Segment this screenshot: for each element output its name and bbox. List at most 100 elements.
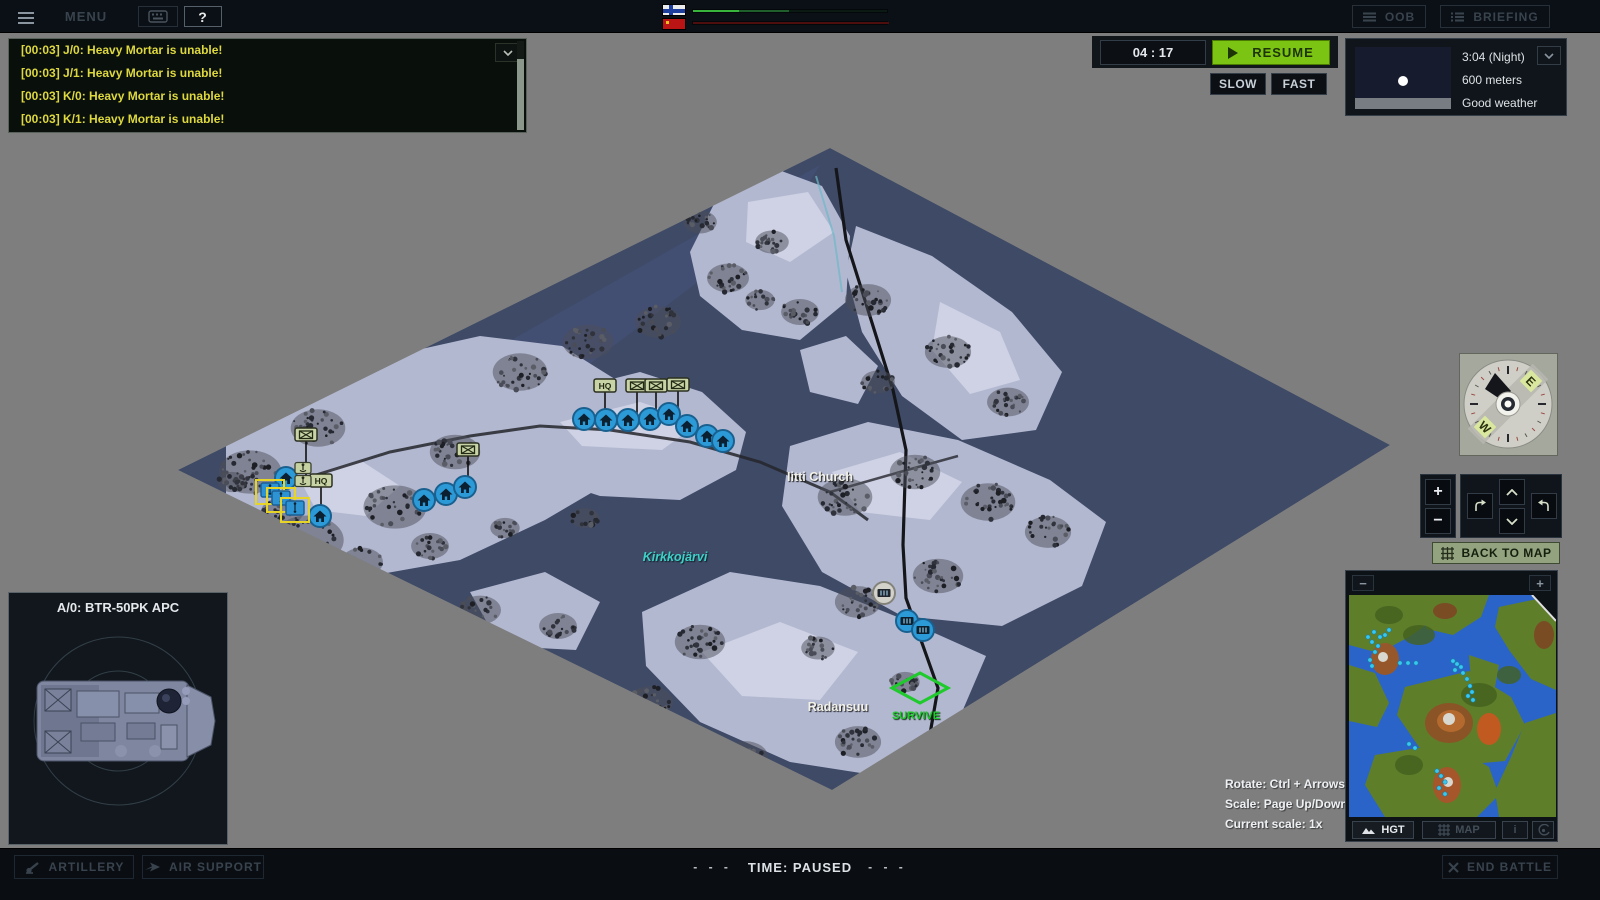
moon-icon	[1398, 76, 1408, 86]
message-list: [00:03] J/0: Heavy Mortar is unable![00:…	[9, 39, 526, 131]
compass-dial: E W	[1460, 354, 1557, 455]
ground-strip	[1355, 98, 1451, 109]
back-to-map-button[interactable]: BACK TO MAP	[1432, 542, 1560, 564]
back-to-map-label: BACK TO MAP	[1462, 546, 1552, 560]
fast-button[interactable]: FAST	[1271, 73, 1327, 95]
weather-condition: Good weather	[1462, 93, 1546, 113]
map-unit-house[interactable]	[617, 409, 639, 431]
zoom-out-button[interactable]: −	[1425, 508, 1451, 534]
mountain-icon	[1361, 826, 1376, 835]
map-unit-house[interactable]	[454, 476, 476, 498]
rotate-right-icon	[1536, 498, 1552, 514]
slow-button[interactable]: SLOW	[1210, 73, 1266, 95]
map-unit-house[interactable]	[413, 489, 435, 511]
soviet-flag	[662, 18, 686, 30]
grid-icon	[1441, 547, 1454, 560]
map-unit-house[interactable]	[712, 430, 734, 452]
bottom-bar: ARTILLERY AIR SUPPORT - - - TIME: PAUSED…	[0, 848, 1600, 900]
map-unit-truck[interactable]	[912, 619, 934, 641]
log-message: [00:03] K/1: Heavy Mortar is unable!	[9, 108, 526, 131]
map-unit-house[interactable]	[309, 505, 331, 527]
menu-icon[interactable]	[18, 9, 34, 27]
oob-label: OOB	[1385, 10, 1415, 24]
minimap-center-button[interactable]	[1532, 821, 1554, 839]
game-screen: HQ HQ SURVIVE Iitti Church Kirkkojärvi Radans…	[0, 0, 1600, 900]
minimap-zoom-out-button[interactable]: −	[1352, 575, 1374, 591]
zoom-in-button[interactable]: +	[1425, 479, 1451, 505]
svg-text:HQ: HQ	[599, 381, 612, 391]
pan-up-button[interactable]	[1499, 479, 1525, 505]
log-message: [00:03] J/1: Heavy Mortar is unable!	[9, 62, 526, 85]
selected-unit-title: A/0: BTR-50PK APC	[9, 600, 227, 615]
log-scrollbar[interactable]	[517, 41, 524, 130]
grid-icon	[1438, 824, 1450, 836]
map-help-line: Rotate: Ctrl + Arrows	[1225, 774, 1348, 794]
objective-label: SURVIVE	[892, 710, 940, 722]
minimap-zoom-in-button[interactable]: +	[1529, 575, 1551, 591]
separator-left: - - -	[693, 860, 732, 874]
enemy-score-bar	[692, 21, 888, 25]
svg-text:HQ: HQ	[315, 476, 328, 486]
artillery-label: ARTILLERY	[49, 860, 125, 874]
map-unit-mortar[interactable]	[295, 476, 311, 487]
play-icon	[1228, 47, 1238, 59]
weather-panel: 3:04 (Night) 600 meters Good weather	[1345, 38, 1567, 116]
map-label: Kirkkojärvi	[643, 550, 708, 564]
menu-button[interactable]: MENU	[56, 0, 116, 33]
chevron-down-icon	[503, 50, 513, 56]
log-message: [00:03] J/0: Heavy Mortar is unable!	[9, 39, 526, 62]
log-message: [00:03] K/0: Heavy Mortar is unable!	[9, 85, 526, 108]
air-support-label: AIR SUPPORT	[169, 860, 262, 874]
time-status-label: TIME: PAUSED	[748, 860, 852, 875]
battle-timer: 04 : 17	[1100, 40, 1206, 65]
end-battle-button[interactable]: END BATTLE	[1442, 855, 1558, 879]
help-button[interactable]: ?	[184, 6, 222, 27]
map-unit-house[interactable]	[595, 409, 617, 431]
friendly-score-bar	[692, 9, 888, 13]
compass[interactable]: E W	[1459, 353, 1558, 456]
keyboard-icon	[148, 10, 168, 23]
map-help-line: Current scale: 1x	[1225, 814, 1348, 834]
apc-top-view	[9, 619, 227, 844]
map-help-line: Scale: Page Up/Down	[1225, 794, 1348, 814]
hgt-label: HGT	[1381, 824, 1404, 836]
finland-flag	[662, 4, 686, 16]
aircraft-icon	[144, 861, 161, 873]
resume-button[interactable]: RESUME	[1212, 40, 1330, 65]
top-bar: MENU ? OOB	[0, 0, 1600, 33]
message-log[interactable]: [00:03] J/0: Heavy Mortar is unable![00:…	[8, 38, 527, 133]
map-unit-mortar[interactable]	[295, 463, 311, 474]
hotkeys-button[interactable]	[138, 6, 178, 27]
visibility-value: 600 meters	[1462, 70, 1546, 90]
map-label: Iitti Church	[787, 470, 853, 484]
separator-right: - - -	[868, 860, 907, 874]
chevron-down-icon	[1544, 53, 1554, 59]
center-view-icon	[1537, 824, 1550, 837]
map-label: Radansuu	[808, 700, 868, 714]
map-label: MAP	[1455, 824, 1479, 836]
pan-down-button[interactable]	[1499, 508, 1525, 534]
rotate-right-button[interactable]	[1531, 493, 1557, 519]
end-battle-label: END BATTLE	[1467, 860, 1552, 874]
log-scroll-thumb[interactable]	[517, 59, 524, 130]
close-icon	[1448, 862, 1459, 873]
briefing-button[interactable]: BRIEFING	[1440, 5, 1550, 28]
resume-label: RESUME	[1252, 45, 1314, 60]
air-support-button[interactable]: AIR SUPPORT	[142, 855, 264, 879]
map-unit-house[interactable]	[676, 415, 698, 437]
zoom-panel: + −	[1420, 474, 1456, 538]
minimap-map-button[interactable]: MAP	[1422, 821, 1496, 839]
list-icon	[1363, 12, 1376, 22]
oob-button[interactable]: OOB	[1352, 5, 1426, 28]
minimap-info-button[interactable]: i	[1502, 821, 1528, 839]
artillery-icon	[24, 861, 41, 874]
clock-time: 3:04 (Night)	[1462, 47, 1546, 67]
minimap[interactable]	[1349, 595, 1556, 817]
minimap-hgt-button[interactable]: HGT	[1352, 821, 1414, 839]
artillery-button[interactable]: ARTILLERY	[14, 855, 134, 879]
map-unit-house[interactable]	[573, 408, 595, 430]
rotate-panel	[1460, 474, 1562, 538]
map-unit-truck_gray[interactable]	[873, 582, 895, 604]
rotate-left-button[interactable]	[1467, 493, 1493, 519]
weather-collapse-button[interactable]	[1537, 46, 1561, 65]
